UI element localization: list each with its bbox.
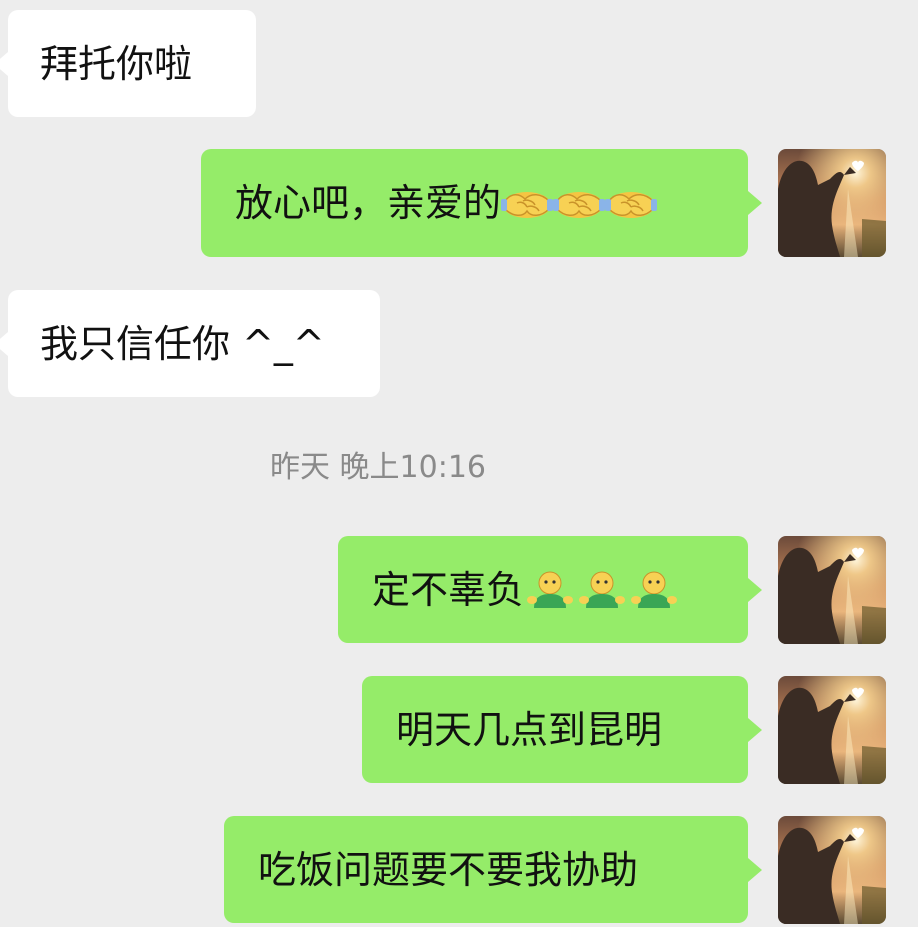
message-text: 定不辜负 — [372, 567, 525, 612]
handshake-emoji-icon — [605, 183, 657, 223]
message-timestamp: 昨天 晚上10:16 — [270, 450, 486, 485]
user-avatar[interactable] — [778, 816, 886, 924]
message-bubble-incoming[interactable]: 拜托你啦 — [0, 10, 256, 117]
message-bubble-outgoing[interactable]: 定不辜负 — [338, 536, 762, 643]
message-bubble-outgoing[interactable]: 明天几点到昆明 — [362, 676, 762, 783]
message-text: 明天几点到昆明 — [396, 707, 663, 752]
message-bubble-outgoing[interactable]: 吃饭问题要不要我协助 — [224, 816, 762, 923]
message-bubble-outgoing[interactable]: 放心吧，亲爱的 — [201, 149, 762, 257]
hug-emoji-icon — [628, 570, 680, 610]
hug-emoji-icon — [576, 570, 628, 610]
message-text: 拜托你啦 — [40, 41, 193, 86]
hug-emoji-icon — [524, 570, 576, 610]
message-text: 吃饭问题要不要我协助 — [258, 847, 639, 892]
user-avatar[interactable] — [778, 536, 886, 644]
handshake-emoji-icon — [501, 183, 553, 223]
handshake-emoji-icon — [553, 183, 605, 223]
user-avatar[interactable] — [778, 676, 886, 784]
message-bubble-incoming[interactable]: 我只信任你 ^_^ — [0, 290, 380, 397]
user-avatar[interactable] — [778, 149, 886, 257]
message-text: 我只信任你 ^_^ — [40, 321, 325, 366]
message-text: 放心吧，亲爱的 — [235, 181, 502, 225]
